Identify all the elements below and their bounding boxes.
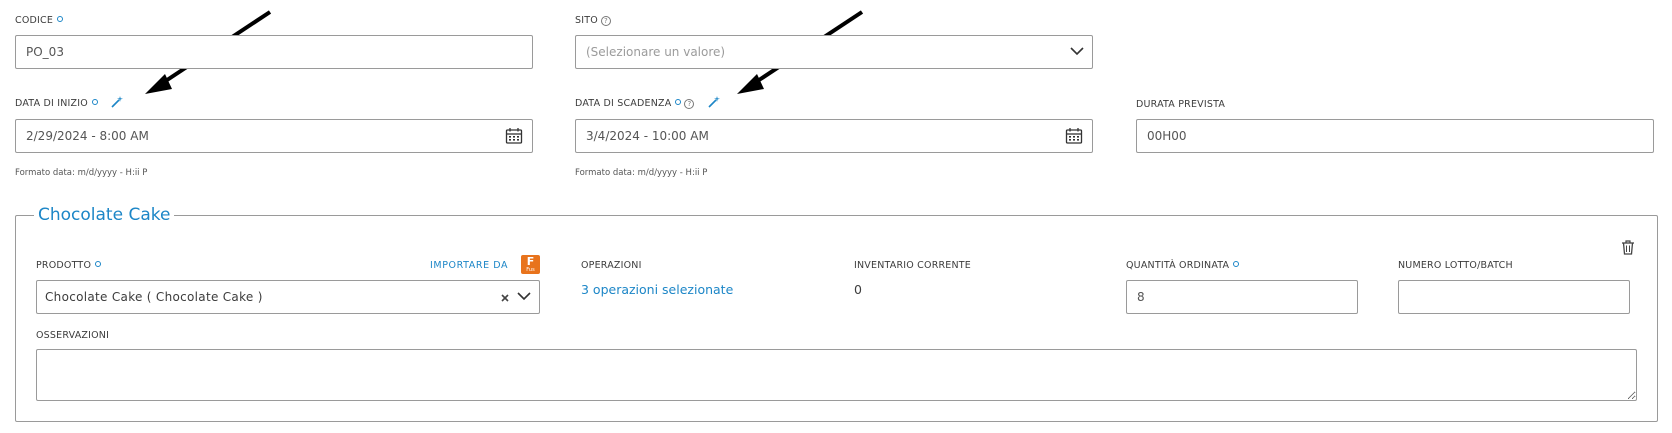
- quantity-label: QUANTITÀ ORDINATA: [1126, 260, 1240, 271]
- operations-link[interactable]: 3 operazioni selezionate: [581, 282, 733, 297]
- help-circle-icon[interactable]: ?: [600, 16, 611, 26]
- product-select[interactable]: Chocolate Cake ( Chocolate Cake ): [36, 280, 540, 314]
- fusion-logo-icon[interactable]: F Fus: [521, 255, 540, 274]
- duration-value: 00H00: [1147, 129, 1187, 143]
- batch-input[interactable]: [1398, 280, 1630, 314]
- required-dot-icon: [675, 99, 682, 105]
- codice-input[interactable]: PO_03: [15, 35, 533, 69]
- help-circle-icon[interactable]: ?: [684, 99, 695, 109]
- magic-wand-icon[interactable]: [708, 96, 720, 108]
- inventory-value: 0: [854, 282, 862, 297]
- quantity-input[interactable]: 8: [1126, 280, 1358, 314]
- sito-label: SITO?: [575, 15, 611, 26]
- start-date-hint: Formato data: m/d/yyyy - H:ii P: [15, 168, 148, 178]
- codice-label: CODICE: [15, 15, 64, 26]
- quantity-value: 8: [1137, 290, 1145, 304]
- required-dot-icon: [95, 261, 102, 267]
- due-date-value: 3/4/2024 - 10:00 AM: [586, 129, 709, 143]
- sito-select[interactable]: (Selezionare un valore): [575, 35, 1093, 69]
- inventory-label: INVENTARIO CORRENTE: [854, 260, 972, 271]
- product-group-title: Chocolate Cake: [38, 205, 171, 225]
- required-dot-icon: [57, 16, 64, 22]
- due-date-hint: Formato data: m/d/yyyy - H:ii P: [575, 168, 708, 178]
- import-from-link[interactable]: IMPORTARE DA: [430, 260, 508, 271]
- product-label: PRODOTTO: [36, 260, 102, 271]
- sito-placeholder: (Selezionare un valore): [586, 45, 726, 59]
- duration-input[interactable]: 00H00: [1136, 119, 1654, 153]
- chevron-down-icon: [1070, 47, 1084, 56]
- notes-textarea[interactable]: [36, 349, 1637, 401]
- duration-label: DURATA PREVISTA: [1136, 99, 1226, 110]
- product-value: Chocolate Cake ( Chocolate Cake ): [45, 290, 263, 304]
- trash-icon[interactable]: [1621, 240, 1635, 255]
- clear-x-icon[interactable]: [501, 294, 509, 302]
- start-date-input[interactable]: 2/29/2024 - 8:00 AM: [15, 119, 533, 153]
- start-date-value: 2/29/2024 - 8:00 AM: [26, 129, 149, 143]
- due-date-input[interactable]: 3/4/2024 - 10:00 AM: [575, 119, 1093, 153]
- operations-label: OPERAZIONI: [581, 260, 642, 271]
- required-dot-icon: [1233, 261, 1240, 267]
- due-date-label: DATA DI SCADENZA?: [575, 96, 720, 109]
- magic-wand-icon[interactable]: [111, 96, 124, 108]
- calendar-icon[interactable]: [1065, 127, 1083, 145]
- start-date-label: DATA DI INIZIO: [15, 96, 124, 109]
- calendar-icon[interactable]: [505, 127, 523, 145]
- codice-value: PO_03: [26, 45, 64, 59]
- chevron-down-icon[interactable]: [517, 291, 531, 301]
- required-dot-icon: [91, 99, 98, 105]
- notes-label: OSSERVAZIONI: [36, 330, 110, 341]
- batch-label: NUMERO LOTTO/BATCH: [1398, 260, 1513, 271]
